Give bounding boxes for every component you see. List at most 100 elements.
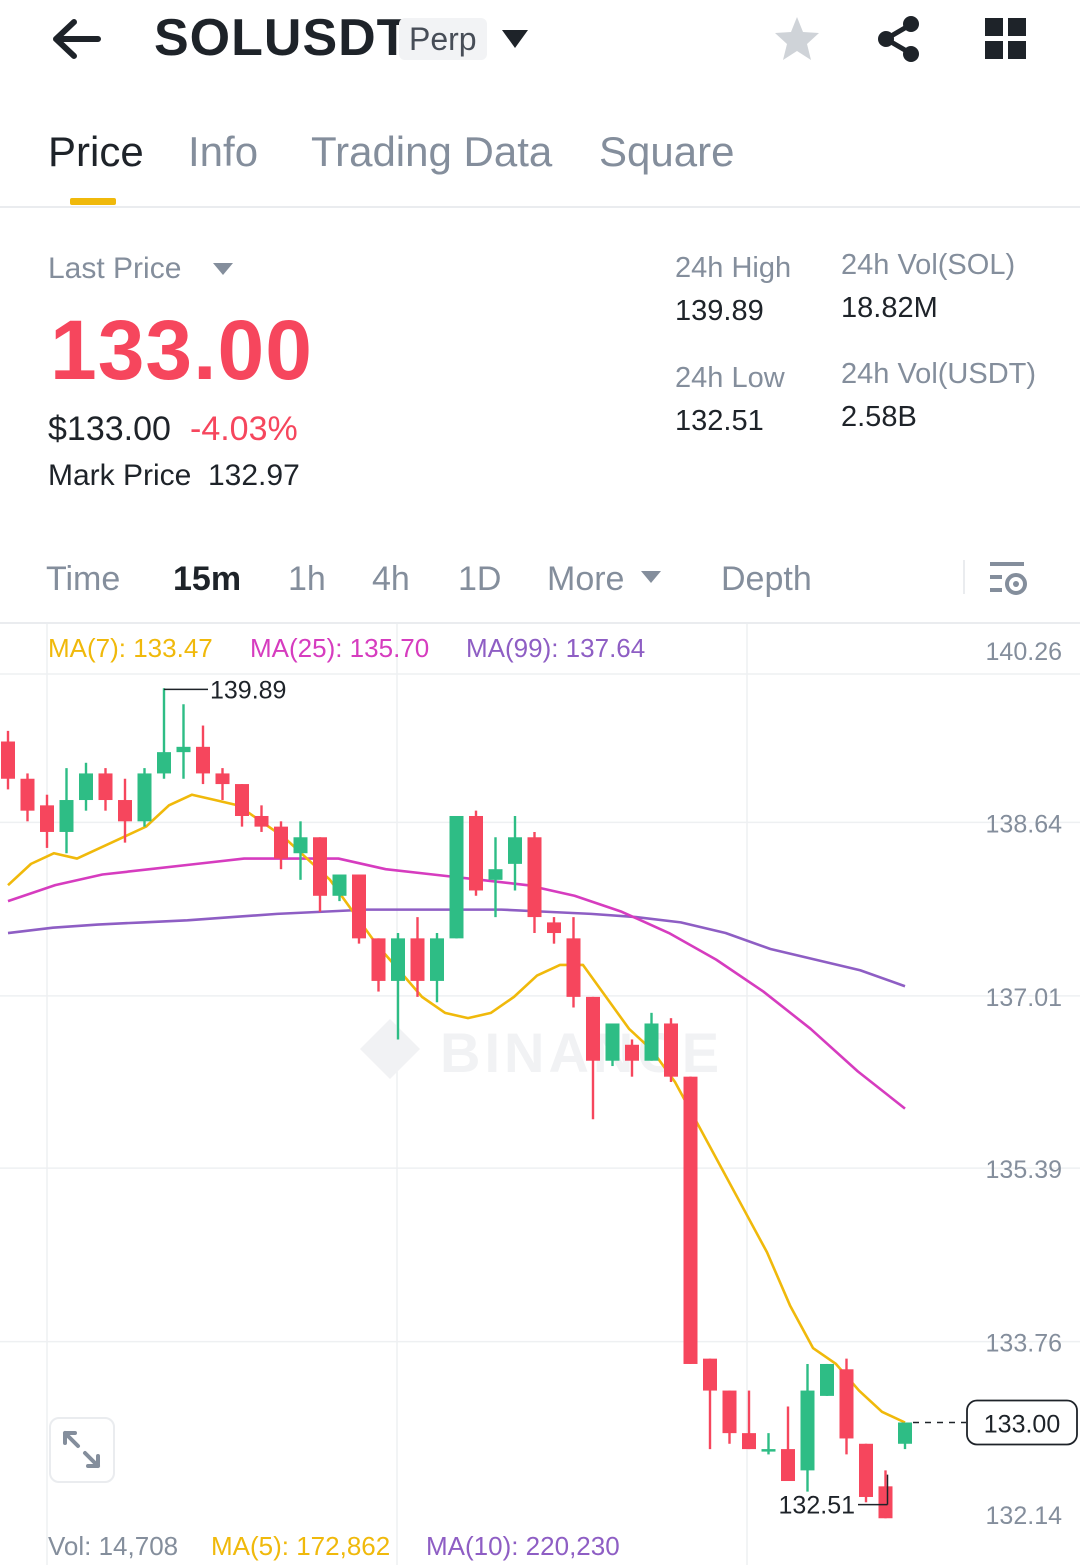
vol-usdt-label: 24h Vol(USDT) [841,358,1037,390]
low-24h-value: 132.51 [675,405,764,437]
vol-sol-label: 24h Vol(SOL) [841,249,1016,281]
candlestick-chart[interactable]: 140.26 138.64 137.01 135.39 133.76 132.14 BIN… [0,624,1080,1565]
caret-down-icon[interactable] [500,28,530,55]
candle[interactable] [800,1363,815,1492]
tab-info[interactable]: Info [188,128,258,176]
candle[interactable] [137,768,152,827]
low-24h-label: 24h Low [675,362,785,394]
candle[interactable] [332,874,347,902]
ma7-legend: MA(7): 133.47 [48,633,213,663]
tab-square[interactable]: Square [599,128,734,176]
candle[interactable] [40,794,54,848]
expand-icon [63,1431,100,1468]
high-marker-label: 139.89 [210,676,286,704]
vol-usdt-value: 2.58B [841,401,917,433]
ma25-legend: MA(25): 135.70 [250,633,430,663]
candle[interactable] [20,773,35,822]
candle[interactable] [1,730,15,790]
vol-sol-value: 18.82M [841,292,938,324]
tab-price[interactable]: Price [48,128,144,176]
vol-ma10-legend: MA(10): 220,230 [426,1531,620,1561]
ma99-legend: MA(99): 137.64 [466,633,646,663]
candle[interactable] [352,874,366,944]
tab-trading-data[interactable]: Trading Data [311,128,552,176]
candle[interactable] [469,810,483,896]
candle[interactable] [196,725,210,785]
candle[interactable] [79,762,93,811]
candle[interactable] [59,768,74,854]
candle[interactable] [98,768,113,811]
candle[interactable] [742,1390,756,1450]
candle[interactable] [839,1358,854,1455]
candle[interactable] [859,1443,873,1503]
y-tick-label: 140.26 [986,638,1062,666]
watermark-text: BINANCE [440,1021,723,1084]
candle[interactable] [176,704,191,779]
fullscreen-button[interactable] [49,1417,115,1483]
candle[interactable] [547,917,561,944]
binance-logo-watermark [360,1019,420,1079]
candle[interactable] [235,784,249,827]
candle[interactable] [527,831,542,934]
chart-settings-icon[interactable] [988,560,1030,603]
candle[interactable] [449,815,464,939]
interval-1d[interactable]: 1D [458,560,501,599]
low-marker-label: 132.51 [779,1492,855,1520]
candle[interactable] [274,821,288,870]
y-tick-label: 133.76 [986,1330,1062,1358]
candle[interactable] [703,1358,717,1450]
candle[interactable] [488,837,503,918]
candle[interactable] [586,996,600,1120]
high-24h-value: 139.89 [675,295,764,327]
interval-15m[interactable]: 15m [173,560,241,599]
mark-price-label: Mark Price [48,459,192,492]
candle[interactable] [371,938,386,992]
interval-time[interactable]: Time [46,560,120,599]
interval-separator [963,560,965,594]
candle[interactable] [508,815,522,891]
candle[interactable] [293,821,308,880]
vol-ma5-legend: MA(5): 172,862 [211,1531,391,1561]
candle[interactable] [254,805,269,832]
grid-icon[interactable] [983,16,1029,67]
symbol-title[interactable]: SOLUSDT [154,8,409,68]
candle[interactable] [898,1422,912,1450]
candle[interactable] [157,688,171,779]
price-type-caret-icon[interactable] [212,262,234,281]
usd-price: $133.00 [48,410,171,448]
price-change-percent: -4.03% [190,410,298,448]
candle[interactable] [566,917,581,1008]
interval-4h[interactable]: 4h [372,560,410,599]
candle[interactable] [761,1433,776,1455]
more-caret-icon[interactable] [640,570,662,589]
mark-price-value: 132.97 [208,459,300,492]
high-24h-label: 24h High [675,252,792,284]
tabs-divider [0,206,1080,208]
candle[interactable] [722,1390,737,1444]
active-tab-indicator [70,198,116,205]
candle[interactable] [664,1018,678,1082]
star-icon[interactable] [772,14,822,69]
interval-more[interactable]: More [547,560,624,599]
vol-legend: Vol: 14,708 [48,1531,179,1561]
back-arrow-icon[interactable] [48,14,104,64]
candle[interactable] [781,1406,795,1482]
candle[interactable] [683,1076,698,1364]
current-price-tag-label: 133.00 [984,1410,1060,1438]
y-tick-label: 138.64 [986,810,1063,838]
candle[interactable] [430,933,444,1003]
candle[interactable] [878,1470,893,1519]
last-price-value: 133.00 [50,303,313,397]
share-icon[interactable] [874,14,924,69]
y-tick-label: 135.39 [986,1156,1062,1184]
candle[interactable] [605,1023,620,1067]
y-tick-label: 137.01 [986,984,1062,1012]
contract-type-badge: Perp [399,18,487,60]
interval-1h[interactable]: 1h [288,560,326,599]
y-tick-label: 132.14 [986,1502,1063,1530]
interval-depth[interactable]: Depth [721,560,812,599]
last-price-label[interactable]: Last Price [48,252,181,286]
candle[interactable] [313,837,327,912]
candle[interactable] [215,768,230,801]
candle[interactable] [820,1363,834,1396]
